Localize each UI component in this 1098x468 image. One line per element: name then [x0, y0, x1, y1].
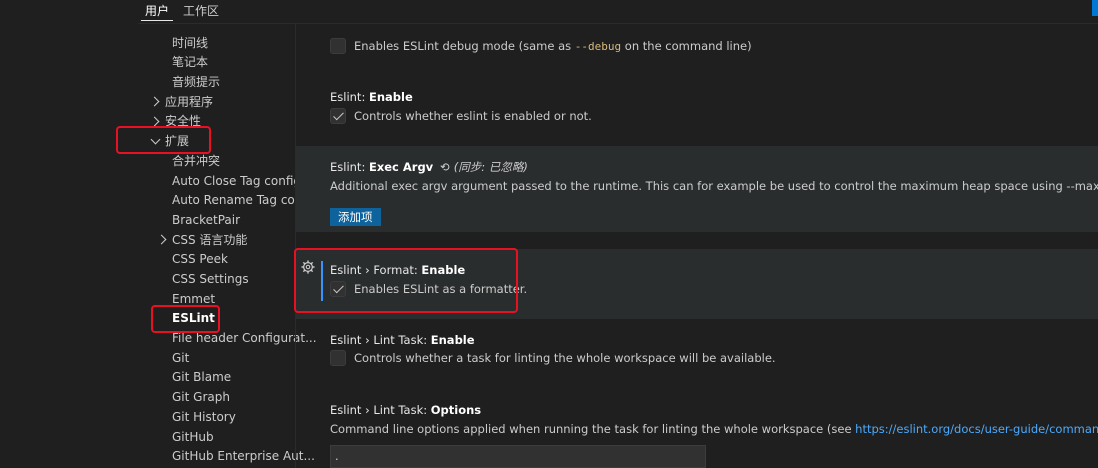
toc-item-github[interactable]: GitHub	[172, 427, 214, 447]
toc-item-bracket-pair[interactable]: BracketPair	[172, 210, 240, 230]
settings-scope-bar: 用户 工作区	[0, 0, 1098, 24]
toc-item-auto-close-tag[interactable]: Auto Close Tag config...	[172, 171, 312, 191]
sync-ignored-label: ⟲ (同步: 已忽略)	[440, 160, 528, 174]
setting-title: Eslint: Exec Argv ⟲ (同步: 已忽略)	[330, 160, 528, 174]
chevron-right-icon	[149, 116, 160, 127]
toc-item-audio-cues[interactable]: 音频提示	[172, 72, 220, 92]
setting-eslint-enable: Eslint: Enable Controls whether eslint i…	[296, 84, 1098, 134]
inline-code: --debug	[574, 40, 622, 53]
lint-task-enable-checkbox[interactable]	[330, 350, 346, 366]
toc-item-git-history[interactable]: Git History	[172, 407, 236, 427]
setting-description: Enables ESLint debug mode (same as --deb…	[354, 39, 752, 53]
toc-item-git[interactable]: Git	[172, 348, 189, 368]
toc-item-css-lang[interactable]: CSS 语言功能	[172, 230, 247, 250]
settings-toc: 时间线 笔记本 音频提示 应用程序 安全性 扩展 合并冲突 Auto Close…	[138, 24, 317, 468]
chevron-right-icon	[156, 234, 167, 245]
setting-title: Eslint › Lint Task: Enable	[330, 333, 475, 347]
tab-workspace[interactable]: 工作区	[179, 2, 223, 20]
annotation-box-eslint	[151, 305, 220, 333]
setting-description: Additional exec argv argument passed to …	[330, 179, 1098, 193]
debug-checkbox[interactable]	[330, 38, 346, 54]
docs-link[interactable]: https://eslint.org/docs/user-guide/comma…	[855, 422, 1098, 436]
setting-title: Eslint: Enable	[330, 90, 413, 104]
add-item-button[interactable]: 添加项	[330, 208, 381, 226]
toc-item-notebook[interactable]: 笔记本	[172, 52, 208, 72]
chevron-right-icon	[149, 96, 160, 107]
annotation-box-format-enable	[294, 248, 518, 313]
lint-task-options-input[interactable]: .	[330, 445, 706, 468]
sync-ignored-icon: ⟲	[440, 160, 451, 174]
setting-description: Controls whether eslint is enabled or no…	[354, 109, 592, 123]
setting-eslint-debug: Enables ESLint debug mode (same as --deb…	[296, 24, 1098, 64]
check-icon	[333, 109, 344, 121]
setting-description: Command line options applied when runnin…	[330, 422, 1098, 436]
enable-checkbox[interactable]	[330, 108, 346, 124]
tab-user[interactable]: 用户	[141, 2, 174, 21]
setting-description: Controls whether a task for linting the …	[354, 351, 776, 365]
setting-title: Eslint › Lint Task: Options	[330, 403, 482, 417]
toc-item-merge-conflict[interactable]: 合并冲突	[172, 151, 220, 171]
annotation-box-extensions	[116, 126, 211, 154]
setting-eslint-lint-task-enable: Eslint › Lint Task: Enable Controls whet…	[296, 324, 1098, 384]
corner-badge	[1092, 0, 1098, 16]
toc-item-github-enterprise[interactable]: GitHub Enterprise Aut...	[172, 446, 315, 466]
toc-item-auto-rename-tag[interactable]: Auto Rename Tag con...	[172, 190, 314, 210]
setting-eslint-exec-argv: Eslint: Exec Argv ⟲ (同步: 已忽略) Additional…	[296, 146, 1098, 232]
settings-list: Enables ESLint debug mode (same as --deb…	[296, 24, 1098, 468]
toc-item-timeline[interactable]: 时间线	[172, 33, 208, 53]
toc-item-applications[interactable]: 应用程序	[165, 92, 213, 112]
toc-item-git-graph[interactable]: Git Graph	[172, 387, 230, 407]
toc-item-css-settings[interactable]: CSS Settings	[172, 269, 249, 289]
toc-item-css-peek[interactable]: CSS Peek	[172, 249, 228, 269]
toc-item-git-blame[interactable]: Git Blame	[172, 367, 231, 387]
